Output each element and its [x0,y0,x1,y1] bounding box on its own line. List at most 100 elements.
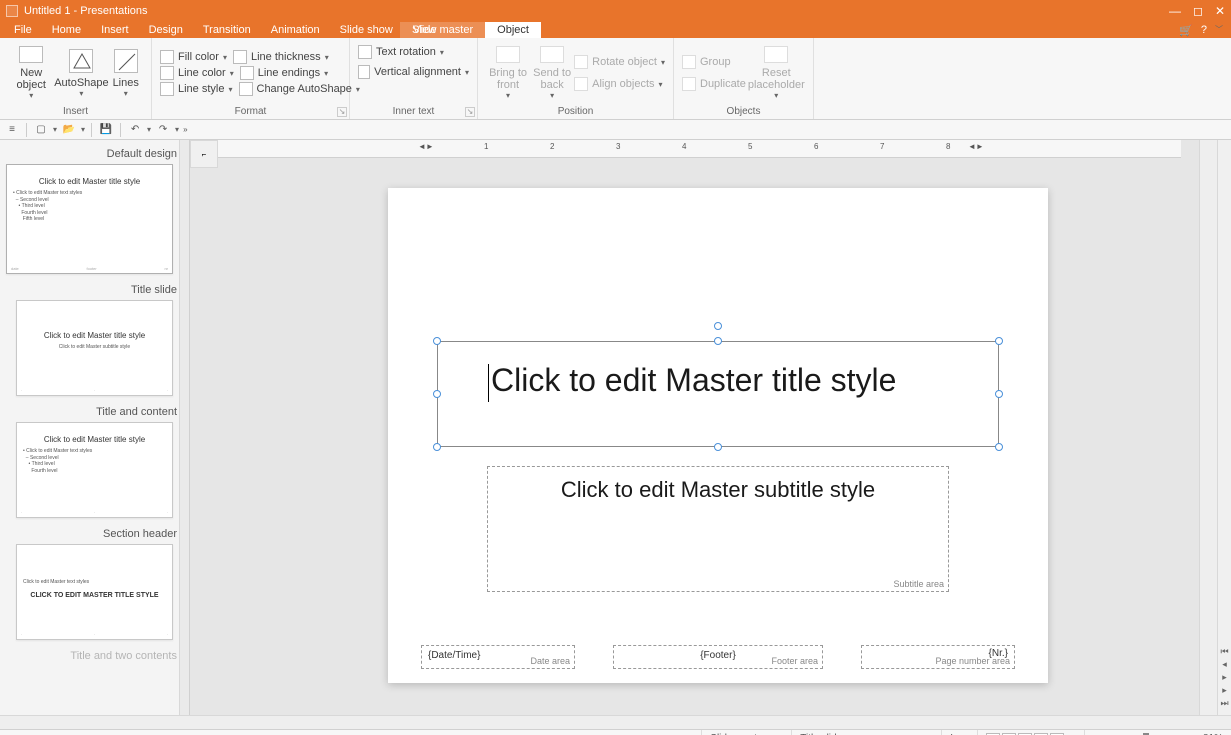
qa-new-icon[interactable]: ▢ [33,122,49,138]
new-object-icon [19,46,43,63]
menu-animation[interactable]: Animation [261,22,330,38]
handle-bottom[interactable] [714,443,722,451]
format-dialog-launcher[interactable]: ↘ [337,107,347,117]
vertical-alignment-button[interactable]: Vertical alignment▾ [358,64,469,80]
side-tool-strip: ⏮ ◂ ▸ ▸ ⏭ [1217,140,1231,715]
nav-last-icon[interactable]: ⏭ [1220,698,1228,709]
new-object-button[interactable]: New object ▾ [8,42,54,104]
date-text: {Date/Time} [428,650,480,661]
send-to-back-button[interactable]: Send to back ▾ [530,42,574,104]
section-header-thumb[interactable]: Click to edit Master text styles CLICK T… [16,544,173,640]
chevron-down-icon[interactable]: ▾ [147,125,151,134]
vertical-scrollbar[interactable] [1199,140,1217,715]
line-endings-button[interactable]: Line endings▾ [240,65,328,81]
text-rotation-label: Text rotation [376,46,436,58]
rotate-handle[interactable] [714,322,722,330]
chevron-down-icon[interactable]: ▾ [53,125,57,134]
page-number-placeholder[interactable]: {Nr.} Page number area [861,645,1015,669]
reset-placeholder-button[interactable]: Reset placeholder ▾ [746,42,807,104]
chevron-down-icon: ▾ [79,89,83,98]
menu-file[interactable]: File [4,22,42,38]
subtitle-placeholder[interactable]: Click to edit Master subtitle style Subt… [487,466,949,592]
close-button[interactable]: ✕ [1215,4,1225,18]
handle-bottom-right[interactable] [995,443,1003,451]
autoshape-button[interactable]: AutoShape ▾ [54,42,108,104]
minimize-button[interactable]: — [1169,4,1181,18]
tab-slide-master[interactable]: Slide master [400,22,485,38]
title-content-thumb[interactable]: Click to edit Master title style • Click… [16,422,173,518]
status-mode: Slide master [701,730,791,735]
duplicate-button[interactable]: Duplicate [682,76,746,92]
handle-right[interactable] [995,390,1003,398]
menu-home[interactable]: Home [42,22,91,38]
inner-text-dialog-launcher[interactable]: ↘ [465,107,475,117]
title-text[interactable]: Click to edit Master title style [488,362,896,402]
slide[interactable]: Click to edit Master title style Click t… [388,188,1048,683]
handle-bottom-left[interactable] [433,443,441,451]
horizontal-ruler[interactable]: ◄► 1 2 3 4 5 6 7 8 ◄► [218,140,1181,158]
line-endings-icon [240,66,254,80]
menu-transition[interactable]: Transition [193,22,261,38]
vertical-alignment-label: Vertical alignment [374,66,461,78]
layout-label-title: Title slide [2,280,187,298]
qa-save-icon[interactable]: 💾 [98,122,114,138]
footer-placeholder[interactable]: {Footer} Footer area [613,645,823,669]
chevron-down-icon[interactable]: ▾ [81,125,85,134]
reset-placeholder-label: Reset placeholder [748,67,805,91]
menu-insert[interactable]: Insert [91,22,139,38]
group-icon [682,55,696,69]
ribbon-collapse-icon[interactable]: ﹀ [1215,24,1223,37]
lines-label: Lines [113,77,139,89]
app-icon [6,5,18,17]
status-ins: Ins [941,730,977,735]
ruler-corner[interactable]: ⌐ [190,140,218,168]
chevron-down-icon: ▾ [29,91,33,100]
nav-prev-icon[interactable]: ◂ [1222,659,1227,670]
group-label-position: Position [478,106,673,117]
rotate-object-button[interactable]: Rotate object▾ [574,54,665,70]
canvas-viewport[interactable]: ·——· Click to edit Master title style [218,158,1181,715]
maximize-button[interactable]: ◻ [1193,4,1203,18]
text-rotation-button[interactable]: Text rotation▾ [358,44,469,60]
help-icon[interactable]: ? [1201,24,1207,37]
tab-object[interactable]: Object [485,22,541,38]
nav-play-icon[interactable]: ▸ [1222,672,1227,683]
handle-left[interactable] [433,390,441,398]
fill-color-button[interactable]: Fill color▾ [160,49,227,65]
handle-top-left[interactable] [433,337,441,345]
qa-redo-icon[interactable]: ↷ [155,122,171,138]
cart-icon[interactable]: 🛒 [1179,24,1193,37]
thumb-subtitle: Click to edit Master subtitle style [23,344,166,351]
line-style-button[interactable]: Line style▾ [160,81,233,97]
window-title: Untitled 1 - Presentations [24,5,148,17]
change-autoshape-icon [239,82,253,96]
qa-undo-icon[interactable]: ↶ [127,122,143,138]
qa-open-icon[interactable]: 📂 [61,122,77,138]
title-placeholder[interactable]: Click to edit Master title style [437,341,999,447]
qa-menu-icon[interactable]: ≡ [4,122,20,138]
line-thickness-button[interactable]: Line thickness▾ [233,49,329,65]
bring-to-front-button[interactable]: Bring to front ▾ [486,42,530,104]
panel-scrollbar[interactable] [179,140,189,715]
date-placeholder[interactable]: {Date/Time} Date area [421,645,575,669]
handle-top-right[interactable] [995,337,1003,345]
nav-next-icon[interactable]: ▸ [1222,685,1227,696]
ribbon-group-insert: New object ▾ AutoShape ▾ Lines ▾ Insert [0,38,152,119]
qa-overflow-icon[interactable]: » [183,125,187,134]
bring-to-front-icon [496,46,520,63]
handle-top[interactable] [714,337,722,345]
thumb-title: Click to edit Master title style [23,331,166,340]
menu-design[interactable]: Design [139,22,193,38]
align-objects-button[interactable]: Align objects▾ [574,76,665,92]
menu-slideshow[interactable]: Slide show [330,22,403,38]
title-slide-thumb[interactable]: Click to edit Master title style Click t… [16,300,173,396]
align-objects-label: Align objects [592,78,654,90]
line-color-button[interactable]: Line color▾ [160,65,234,81]
nav-first-icon[interactable]: ⏮ [1220,646,1228,657]
horizontal-scrollbar[interactable] [0,715,1231,729]
master-thumb[interactable]: Click to edit Master title style • Click… [6,164,173,274]
chevron-down-icon[interactable]: ▾ [175,125,179,134]
group-button[interactable]: Group [682,54,746,70]
lines-button[interactable]: Lines ▾ [108,42,143,104]
change-autoshape-button[interactable]: Change AutoShape▾ [239,81,360,97]
